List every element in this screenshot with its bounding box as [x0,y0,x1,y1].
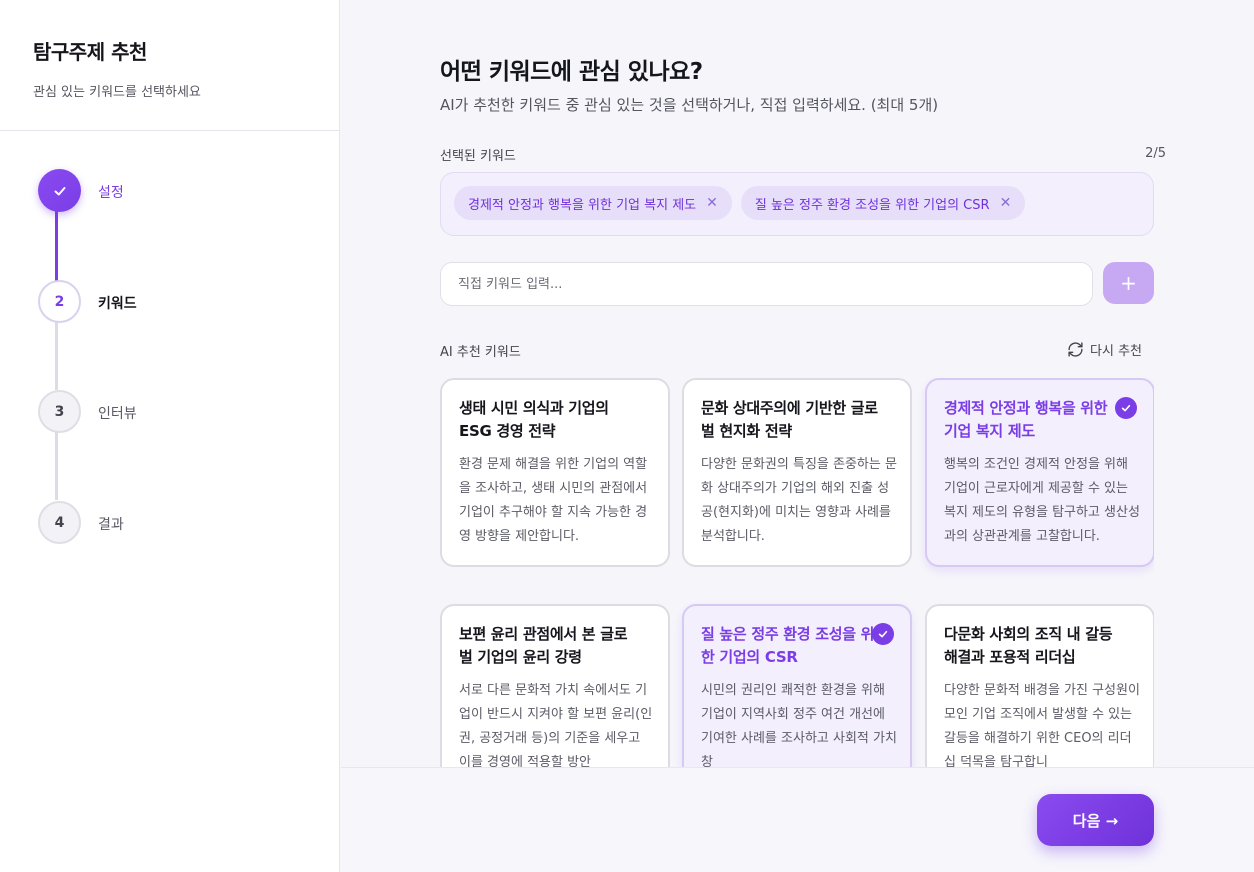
step-label: 인터뷰 [98,406,137,422]
refresh-button[interactable]: 다시 추천 [1067,340,1142,359]
card-description: 행복의 조건인 경제적 안정을 위해 기업이 근로자에게 제공할 수 있는 복지… [944,457,1140,544]
card-description: 서로 다른 문화적 가치 속에서도 기업이 반드시 지켜야 할 보편 윤리(인권… [459,683,653,768]
step-number: 4 [38,501,81,544]
keyword-card-selected[interactable]: 경제적 안정과 행복을 위한 기업 복지 제도 행복의 조건인 경제적 안정을 … [925,378,1154,567]
card-description: 시민의 권리인 쾌적한 환경을 위해 기업이 지역사회 정주 여건 개선에 기여… [701,683,897,768]
page-subtitle: AI가 추천한 키워드 중 관심 있는 것을 선택하거나, 직접 입력하세요. … [440,96,939,114]
chip-label: 질 높은 정주 환경 조성을 위한 기업의 CSR [754,197,990,213]
close-icon[interactable]: ✕ [1000,195,1012,211]
card-title: 보편 윤리 관점에서 본 글로벌 기업의 윤리 강령 [459,625,628,666]
step-number: 2 [38,280,81,323]
step-settings[interactable]: 설정 [38,169,298,213]
add-keyword-button[interactable]: + [1103,262,1154,304]
step-number: 3 [38,390,81,433]
step-keywords[interactable]: 2 키워드 [38,280,298,324]
step-interview[interactable]: 3 인터뷰 [38,390,298,434]
check-icon [1115,397,1137,419]
keyword-card-grid: 생태 시민 의식과 기업의 ESG 경영 전략 환경 문제 해결을 위한 기업의… [440,378,1154,768]
next-button[interactable]: 다음 → [1037,794,1154,846]
chip-label: 경제적 안정과 행복을 위한 기업 복지 제도 [468,197,697,213]
selected-count: 2/5 [1145,146,1166,161]
selected-keywords-box: 경제적 안정과 행복을 위한 기업 복지 제도 ✕ 질 높은 정주 환경 조성을… [440,172,1154,236]
card-description: 다양한 문화권의 특징을 존중하는 문화 상대주의가 기업의 해외 진출 성공(… [701,457,897,544]
step-label: 설정 [98,185,124,201]
card-description: 다양한 문화적 배경을 가진 구성원이 모인 기업 조직에서 발생할 수 있는 … [944,683,1140,768]
sidebar-title: 탐구주제 추천 [33,40,147,64]
sidebar: 탐구주제 추천 관심 있는 키워드를 선택하세요 설정 2 키워드 3 인터뷰 … [0,0,340,872]
check-icon [54,186,65,195]
selected-keywords-label: 선택된 키워드 [440,149,516,164]
keyword-card-selected[interactable]: 질 높은 정주 환경 조성을 위한 기업의 CSR 시민의 권리인 쾌적한 환경… [682,604,912,768]
card-title: 생태 시민 의식과 기업의 ESG 경영 전략 [459,399,609,440]
sidebar-subtitle: 관심 있는 키워드를 선택하세요 [33,85,201,100]
main-content: 어떤 키워드에 관심 있나요? AI가 추천한 키워드 중 관심 있는 것을 선… [341,0,1254,872]
card-title: 문화 상대주의에 기반한 글로벌 현지화 전략 [701,399,878,440]
sidebar-header: 탐구주제 추천 관심 있는 키워드를 선택하세요 [0,0,339,131]
page-title: 어떤 키워드에 관심 있나요? [440,59,703,85]
keyword-chip[interactable]: 질 높은 정주 환경 조성을 위한 기업의 CSR ✕ [740,186,1026,220]
card-title: 질 높은 정주 환경 조성을 위한 기업의 CSR [701,625,875,666]
step-label: 키워드 [98,296,137,312]
keyword-input-wrapper [440,262,1093,306]
keyword-card[interactable]: 생태 시민 의식과 기업의 ESG 경영 전략 환경 문제 해결을 위한 기업의… [440,378,670,567]
keyword-card[interactable]: 보편 윤리 관점에서 본 글로벌 기업의 윤리 강령 서로 다른 문화적 가치 … [440,604,670,768]
keyword-input[interactable] [458,276,1075,292]
step-label: 결과 [98,517,124,533]
keyword-card[interactable]: 문화 상대주의에 기반한 글로벌 현지화 전략 다양한 문화권의 특징을 존중하… [682,378,912,567]
keyword-card[interactable]: 다문화 사회의 조직 내 갈등 해결과 포용적 리더십 다양한 문화적 배경을 … [925,604,1154,768]
keyword-chip[interactable]: 경제적 안정과 행복을 위한 기업 복지 제도 ✕ [454,186,732,220]
card-title: 경제적 안정과 행복을 위한 기업 복지 제도 [944,399,1108,440]
refresh-label: 다시 추천 [1090,344,1142,359]
refresh-icon [1068,342,1083,357]
close-icon[interactable]: ✕ [706,195,718,211]
step-result[interactable]: 4 결과 [38,501,298,545]
footer-bar: 다음 → [341,767,1254,872]
check-icon [872,623,894,645]
step-connector-done [55,211,58,281]
card-description: 환경 문제 해결을 위한 기업의 역할을 조사하고, 생태 시민의 관점에서 기… [459,457,648,544]
step-connector [55,432,58,500]
ai-keywords-label: AI 추천 키워드 [440,345,521,360]
card-title: 다문화 사회의 조직 내 갈등 해결과 포용적 리더십 [944,625,1113,666]
step-connector [55,322,58,390]
plus-icon: + [1120,271,1137,295]
step-done-badge [38,169,81,212]
